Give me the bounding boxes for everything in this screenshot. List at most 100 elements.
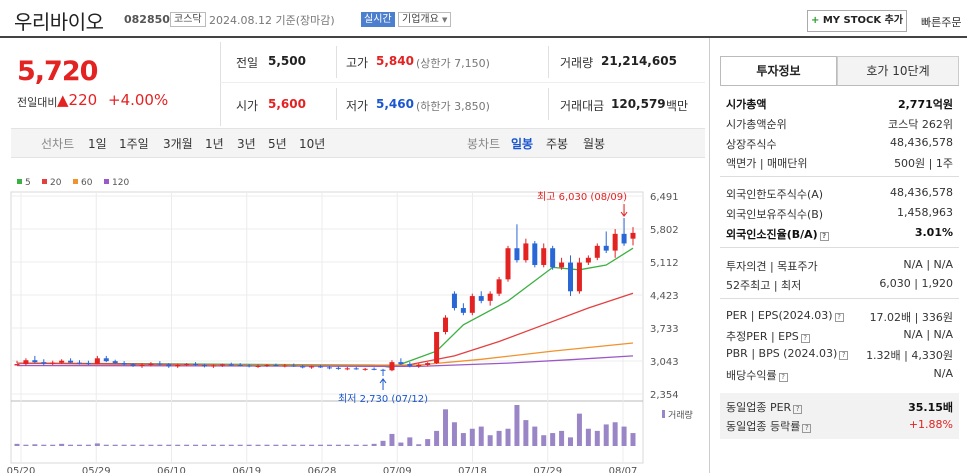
candle-body — [362, 368, 368, 370]
candle-body — [255, 365, 261, 367]
divider — [720, 176, 959, 177]
help-icon[interactable]: ? — [839, 351, 849, 360]
volume-bar — [166, 444, 172, 446]
candle-body — [318, 366, 324, 368]
volume-bar — [237, 444, 243, 446]
volume-bar — [210, 444, 216, 446]
divider — [720, 247, 959, 248]
high-annotation: 최고 6,030 (08/09) — [537, 191, 627, 203]
volume-bar — [407, 437, 413, 446]
help-icon[interactable]: ? — [800, 334, 810, 343]
par-value: 500원 | 1주 — [894, 157, 953, 170]
volume-bar — [532, 426, 538, 446]
candle-body — [309, 366, 315, 368]
x-tick-label: 07/18 — [458, 466, 487, 473]
est-per-label: 추정PER | EPS? — [726, 328, 810, 344]
candle-body — [594, 245, 600, 258]
volume-bar — [451, 422, 457, 446]
candle-body — [228, 364, 234, 366]
per-value: 17.02배 | 336원 — [869, 311, 953, 324]
candle-body — [335, 367, 341, 369]
help-icon[interactable]: ? — [802, 424, 812, 433]
volume-bar — [594, 430, 600, 446]
divider — [720, 298, 959, 299]
volume-bar — [300, 444, 306, 446]
volume-label-swatch — [662, 410, 665, 418]
volume-bar — [505, 428, 511, 446]
volume-bar — [487, 435, 493, 446]
volume-bar — [362, 444, 368, 446]
dividend-label: 배당수익률? — [726, 367, 788, 383]
candle-body — [193, 364, 199, 366]
candle-body — [264, 364, 270, 366]
candle-body — [76, 362, 82, 364]
candle-body — [23, 360, 29, 365]
candle-body — [237, 364, 243, 366]
volume-bar — [353, 444, 359, 446]
candle-body — [380, 369, 386, 371]
candle-body — [130, 364, 136, 366]
volume-bar — [443, 409, 449, 446]
candle-body — [291, 365, 297, 367]
candle-body — [603, 245, 609, 251]
tab-orderbook[interactable]: 호가 10단계 — [837, 56, 959, 86]
candle-body — [32, 360, 38, 363]
volume-bar — [193, 444, 199, 446]
low-annotation: 최저 2,730 (07/12) — [338, 393, 428, 405]
y-tick-label: 3,043 — [650, 357, 679, 368]
opinion-label: 투자의견 | 목표주가 — [726, 260, 818, 273]
candle-body — [50, 362, 56, 364]
volume-bar — [255, 444, 261, 446]
candle-body — [94, 358, 100, 365]
candle-body — [14, 364, 20, 366]
candle-body — [210, 365, 216, 367]
volume-bar — [112, 444, 118, 446]
tab-underline — [720, 85, 959, 86]
tab-investment-info[interactable]: 투자정보 — [720, 56, 837, 86]
quick-order-link[interactable]: 빠른주문 — [921, 14, 961, 30]
volume-bar — [478, 426, 484, 446]
help-icon[interactable]: ? — [778, 373, 788, 382]
volume-bar — [184, 444, 190, 446]
help-icon[interactable]: ? — [819, 232, 829, 241]
x-tick-label: 06/19 — [232, 466, 261, 473]
ma60-line — [16, 342, 634, 367]
volume-bar — [228, 444, 234, 446]
volume-bar — [201, 444, 207, 446]
help-icon[interactable]: ? — [834, 313, 844, 322]
volume-bar — [612, 422, 618, 446]
candle-body — [389, 362, 395, 371]
add-mystock-button[interactable]: + MY STOCK 추가 — [807, 10, 907, 32]
candle-body — [478, 296, 484, 301]
volume-bar — [380, 440, 386, 446]
y-tick-label: 4,423 — [650, 291, 679, 302]
volume-bar — [425, 439, 431, 446]
candle-body — [550, 248, 556, 268]
volume-bar — [416, 444, 422, 446]
volume-bar — [326, 444, 332, 446]
x-tick-label: 06/10 — [157, 466, 186, 473]
candle-body — [112, 361, 118, 364]
volume-bar — [139, 444, 145, 446]
candle-body — [434, 331, 440, 364]
candle-body — [121, 363, 127, 365]
volume-bar — [523, 420, 529, 446]
volume-bar — [344, 444, 350, 446]
volume-bar — [398, 442, 404, 446]
peer-per-label: 동일업종 PER? — [726, 399, 803, 415]
candle-body — [41, 362, 47, 364]
volume-bar — [175, 444, 181, 446]
volume-bar — [496, 430, 502, 446]
volume-bar — [603, 424, 609, 446]
volume-bar — [264, 444, 270, 446]
candle-body — [568, 262, 574, 292]
week52-label: 52주최고 | 최저 — [726, 279, 802, 292]
per-label: PER | EPS(2024.03)? — [726, 309, 844, 322]
volume-bar — [389, 433, 395, 446]
candle-body — [496, 279, 502, 294]
volume-bar — [318, 444, 324, 446]
price-chart[interactable]: 6,491 5,802 5,112 4,423 3,733 3,043 2,354 05/20… — [0, 0, 706, 473]
help-icon[interactable]: ? — [793, 405, 803, 414]
volume-bar — [50, 444, 56, 446]
candle-body — [273, 364, 279, 366]
